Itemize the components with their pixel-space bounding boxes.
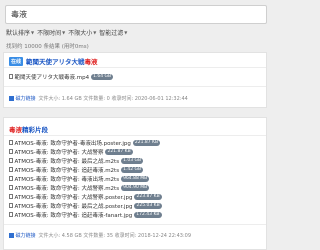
file-size-badge: 221.87 KB [105,148,133,155]
size-filter-label: 不限大小 [68,30,93,37]
divider [4,135,266,136]
file-size-badge: 172.43 KB [134,211,162,218]
file-size-badge: 1.03 GB [121,157,144,164]
search-input[interactable]: 毒液 [5,5,267,24]
divider [4,224,266,225]
result-title-highlight: 毒液 [84,58,98,66]
magnet-link-label: 磁力链接 [15,233,36,239]
file-name: ATMOS-毒液: 致命守护者: 追赶毒液.m2ts [14,167,120,174]
file-item: ATMOS-毒液: 致命守护者: 大战警察 221.87 KB [9,148,133,156]
file-item: ATMOS-毒液: 致命守护者: 大战警察.poster.jpg 223.87 … [9,193,162,201]
size-filter[interactable]: 不限大小 ▼ [68,28,96,37]
file-name: ATMOS-毒液: 致命守护者: 最后之战.poster.jpg [14,203,133,210]
file-name: ATMOS-毒液: 致命守护者: 最后之战.m2ts [14,158,120,165]
divider [4,67,266,68]
file-icon [9,176,13,181]
chevron-down-icon: ▼ [93,30,97,35]
result-title-highlight: 毒液 [9,126,22,134]
file-item: ATMOS-毒液: 致命守护者-毒液出场.poster.jpg 221.87 K… [9,139,161,147]
file-icon [9,74,13,79]
file-size-badge: 1.42 GB [121,166,144,173]
result-card: 毒液精彩片段 ATMOS-毒液: 致命守护者-毒液出场.poster.jpg 2… [3,117,267,250]
divider [4,86,266,87]
magnet-icon [9,233,14,238]
result-title-text: 範聞天使アリタ大戦 [26,58,85,66]
result-title[interactable]: 毒液精彩片段 [9,124,48,134]
smart-filter[interactable]: 智能过滤 ▼ [99,28,127,37]
meta-text: 文件大小: 1.64 GB 文件数量: 0 收录时间: 2020-06-01 1… [38,96,188,102]
file-icon [9,194,13,199]
result-meta: 磁力链接 文件大小: 4.58 GB 文件数量: 35 收录时间: 2018-1… [9,232,191,239]
time-filter[interactable]: 不限时间 ▼ [37,28,65,37]
file-name: ATMOS-毒液: 致命守护者: 大战警察.poster.jpg [14,194,133,201]
file-item: ATMOS-毒液: 致命守护者: 最后之战.poster.jpg 225.03 … [9,202,162,210]
result-count: 找到约 10000 条结果 (用时0ms) [6,44,89,50]
chevron-down-icon: ▼ [31,30,35,35]
file-icon [9,149,13,154]
chevron-down-icon: ▼ [124,30,128,35]
file-size-badge: 225.03 KB [134,202,162,209]
chevron-down-icon: ▼ [62,30,66,35]
result-title-text: 精彩片段 [22,126,48,134]
file-icon [9,158,13,163]
file-icon [9,167,13,172]
filter-bar: 默认排序 ▼ 不限时间 ▼ 不限大小 ▼ 智能过滤 ▼ [6,28,127,37]
result-title[interactable]: 在线 範聞天使アリタ大戦 毒液 [9,56,98,66]
file-item: ATMOS-毒液: 致命守护者: 追赶毒液.m2ts 1.42 GB [9,166,144,174]
file-icon [9,140,13,145]
file-name: ATMOS-毒液: 致命守护者: 追赶毒液-fanart.jpg [14,212,133,219]
file-item: ATMOS-毒液: 致命守护者: 大战警察.m2ts 904.90 MB [9,184,150,192]
file-size-badge: 904.90 MB [121,184,150,191]
file-size-badge: 1.64 GB [91,73,114,80]
online-tag: 在线 [9,56,24,66]
sort-filter[interactable]: 默认排序 ▼ [6,28,34,37]
meta-text: 文件大小: 4.58 GB 文件数量: 35 收录时间: 2018-12-24 … [38,233,192,239]
file-size-badge: 223.87 KB [134,193,162,200]
result-card: 在线 範聞天使アリタ大戦 毒液 範聞天使アリタ大戦毒液.mp4 1.64 GB 磁… [3,52,267,108]
file-name: 範聞天使アリタ大戦毒液.mp4 [14,74,90,81]
file-icon [9,185,13,190]
file-item: ATMOS-毒液: 致命守护者: 追赶毒液-fanart.jpg 172.43 … [9,211,162,219]
file-name: ATMOS-毒液: 致命守护者: 大战警察 [14,149,104,156]
file-icon [9,212,13,217]
file-size-badge: 221.87 KB [132,139,161,146]
file-icon [9,203,13,208]
file-name: ATMOS-毒液: 致命守护者: 大战警察.m2ts [14,185,120,192]
magnet-link[interactable]: 磁力链接 [9,95,36,102]
magnet-link-label: 磁力链接 [15,96,36,102]
file-name: ATMOS-毒液: 致命守护者-毒液出场.poster.jpg [14,140,131,147]
sort-filter-label: 默认排序 [6,30,31,37]
result-meta: 磁力链接 文件大小: 1.64 GB 文件数量: 0 收录时间: 2020-06… [9,95,188,102]
file-item: ATMOS-毒液: 致命守护者: 毒液出场.m2ts 964.88 MB [9,175,150,183]
file-item: ATMOS-毒液: 致命守护者: 最后之战.m2ts 1.03 GB [9,157,144,165]
time-filter-label: 不限时间 [37,30,62,37]
magnet-link[interactable]: 磁力链接 [9,232,36,239]
file-item: 範聞天使アリタ大戦毒液.mp4 1.64 GB [9,73,114,81]
file-size-badge: 964.88 MB [121,175,150,182]
file-name: ATMOS-毒液: 致命守护者: 毒液出场.m2ts [14,176,120,183]
magnet-icon [9,96,14,101]
smart-filter-label: 智能过滤 [99,30,124,37]
